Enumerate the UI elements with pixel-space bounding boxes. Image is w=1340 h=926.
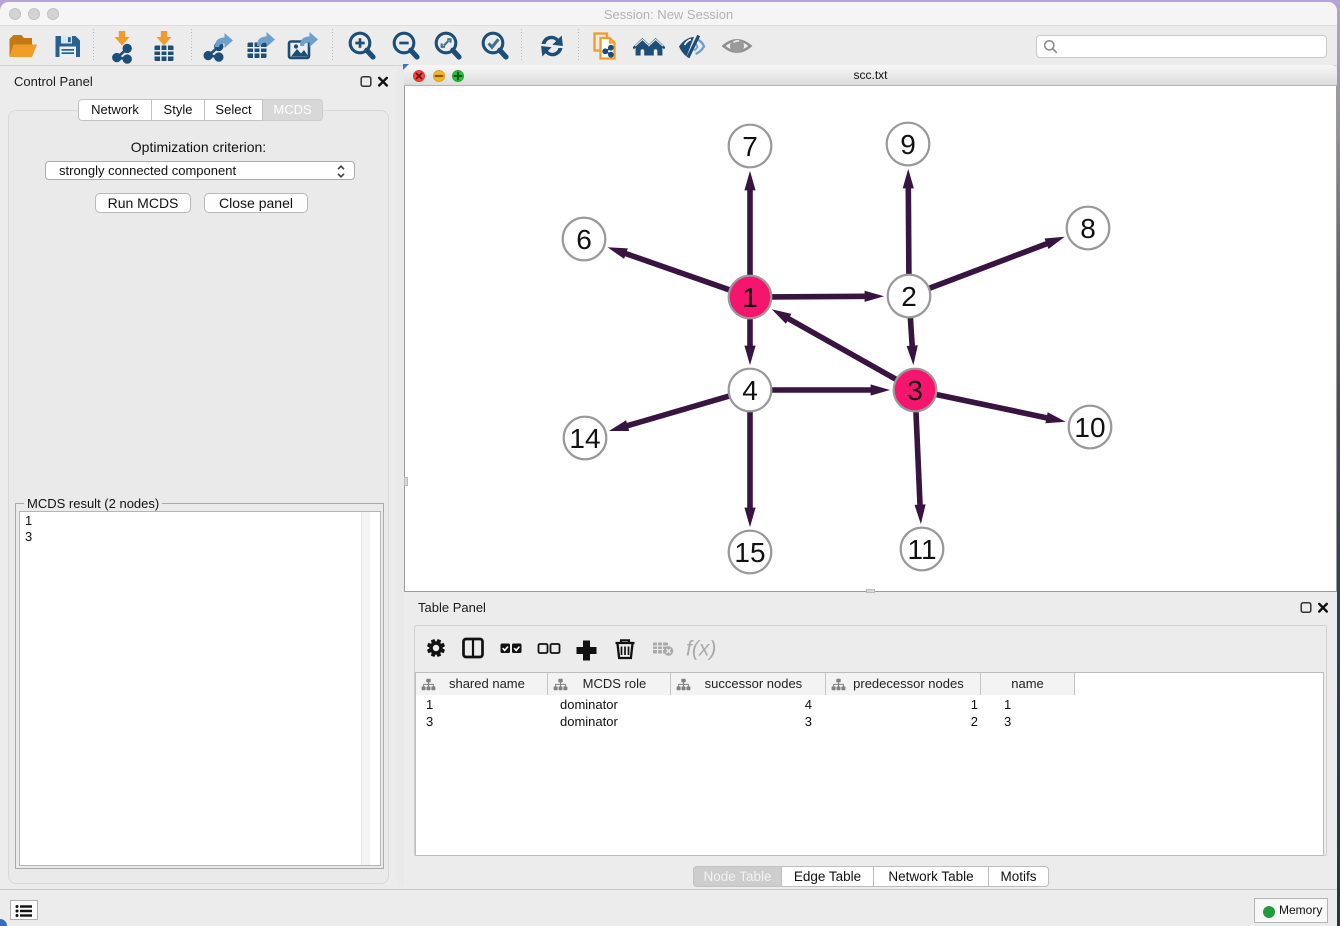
svg-text:8: 8 xyxy=(1080,213,1096,244)
svg-text:1: 1 xyxy=(742,282,758,313)
svg-text:11: 11 xyxy=(907,534,936,565)
svg-text:14: 14 xyxy=(569,423,600,454)
svg-text:10: 10 xyxy=(1074,412,1105,443)
svg-text:2: 2 xyxy=(901,281,917,312)
svg-text:15: 15 xyxy=(734,537,765,568)
svg-text:7: 7 xyxy=(742,131,758,162)
svg-text:9: 9 xyxy=(900,129,916,160)
svg-text:f(x): f(x) xyxy=(686,638,716,661)
svg-text:4: 4 xyxy=(742,375,758,406)
svg-text:3: 3 xyxy=(907,375,923,406)
svg-text:6: 6 xyxy=(576,224,592,255)
